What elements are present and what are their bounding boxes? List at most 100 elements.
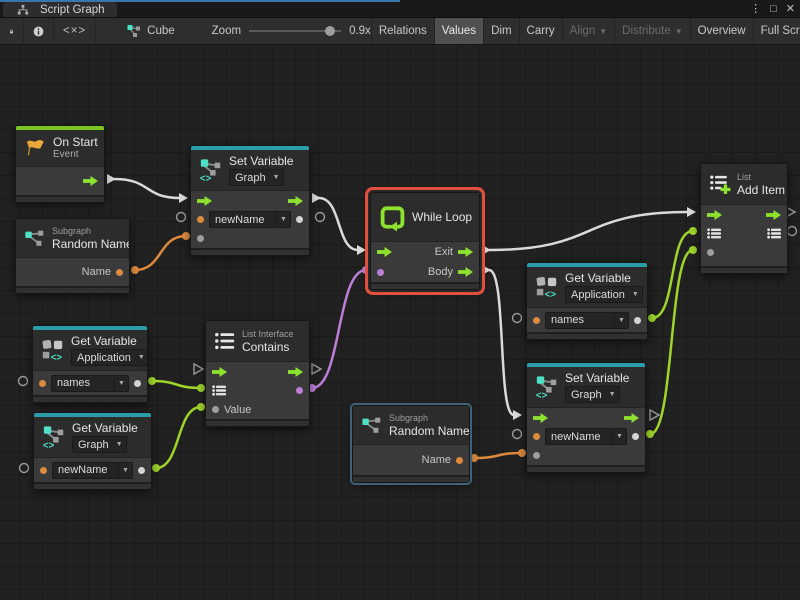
value-port[interactable] [40, 467, 47, 474]
node-footer [701, 266, 787, 273]
value-port[interactable] [296, 387, 303, 394]
variable-scope-dropdown[interactable]: Graph▼ [72, 436, 127, 453]
value-port[interactable] [39, 380, 46, 387]
variable-scope-dropdown[interactable]: Application▼ [565, 286, 643, 303]
graph-variable-icon: <> [199, 158, 223, 182]
maximize-window-button[interactable]: □ [770, 3, 777, 15]
variable-scope-dropdown[interactable]: Graph▼ [229, 169, 284, 186]
flow-port[interactable] [458, 267, 473, 277]
flow-port[interactable] [624, 413, 639, 423]
value-port[interactable] [707, 249, 714, 256]
node-body: Name [16, 258, 129, 286]
value-port[interactable] [456, 457, 463, 464]
flow-port[interactable] [377, 247, 392, 257]
graph-canvas[interactable] [0, 45, 800, 600]
while-loop[interactable]: While LoopExitBody [370, 192, 480, 290]
list-port[interactable] [212, 385, 226, 396]
info-button[interactable] [24, 18, 54, 44]
dropdown-value: newName [53, 464, 118, 476]
toolbar-button-relations[interactable]: Relations [371, 18, 434, 44]
value-port[interactable] [632, 433, 639, 440]
toolbar-button-label: Values [442, 25, 476, 37]
close-window-button[interactable]: ✕ [786, 2, 795, 15]
value-port[interactable] [212, 406, 219, 413]
subgraph-random-name-left[interactable]: SubgraphRandom NameName [15, 218, 130, 294]
zoom-control: Zoom 0.9x [212, 25, 371, 37]
toolbar-button-full-screen[interactable]: Full Screen [753, 18, 800, 44]
zoom-slider[interactable] [249, 30, 341, 32]
subgraph-random-name-mid[interactable]: SubgraphRandom NameName [352, 405, 470, 483]
toolbar-button-align[interactable]: Align▼ [562, 18, 615, 44]
node-title: Get Variable [565, 271, 643, 285]
node-header: <>Set VariableGraph▼ [527, 367, 645, 408]
node-row [16, 167, 104, 195]
value-port[interactable] [634, 317, 641, 324]
node-footer [33, 395, 147, 402]
variable-name-dropdown[interactable]: names▼ [51, 375, 129, 392]
node-row [701, 224, 787, 243]
flow-port[interactable] [197, 196, 212, 206]
variable-name-dropdown[interactable]: newName▼ [545, 428, 627, 445]
flow-port[interactable] [533, 413, 548, 423]
toolbar-button-label: Distribute [622, 25, 671, 37]
node-footer [527, 465, 645, 472]
list-contains[interactable]: List InterfaceContainsValue [205, 320, 310, 427]
variable-scope-dropdown[interactable]: Graph▼ [565, 386, 620, 403]
flow-port[interactable] [83, 176, 98, 186]
variable-name-dropdown[interactable]: newName▼ [209, 211, 291, 228]
node-header: ListAdd Item [701, 164, 787, 205]
list-port[interactable] [767, 228, 781, 239]
flow-port[interactable] [288, 367, 303, 377]
on-start[interactable]: On StartEvent [15, 125, 105, 203]
toolbar-button-values[interactable]: Values [434, 18, 483, 44]
node-footer [191, 248, 309, 255]
node-body [16, 167, 104, 195]
value-port[interactable] [377, 269, 384, 276]
value-port[interactable] [296, 216, 303, 223]
value-port[interactable] [533, 433, 540, 440]
flow-port[interactable] [288, 196, 303, 206]
svg-text:<>: <> [536, 391, 548, 399]
value-port[interactable] [134, 380, 141, 387]
chevron-down-icon: ▼ [114, 376, 128, 391]
toolbar-button-overview[interactable]: Overview [690, 18, 753, 44]
get-variable-application-right[interactable]: <>Get VariableApplication▼names▼ [526, 262, 648, 340]
value-port[interactable] [116, 269, 123, 276]
chevron-down-icon: ▼ [614, 313, 628, 328]
node-title: Set Variable [229, 154, 293, 168]
graph-context-button[interactable]: Cube [118, 18, 184, 44]
list-add-item[interactable]: ListAdd Item [700, 163, 788, 274]
code-view-button[interactable]: <×> [54, 18, 96, 44]
value-port[interactable] [197, 216, 204, 223]
get-variable-application-left[interactable]: <>Get VariableApplication▼names▼ [32, 325, 148, 403]
toolbar-button-dim[interactable]: Dim [483, 18, 518, 44]
set-variable-top[interactable]: <> Set VariableGraph▼ newName▼ [190, 145, 310, 256]
set-variable-right[interactable]: <>Set VariableGraph▼ newName▼ [526, 362, 646, 473]
tab-script-graph[interactable]: Script Graph [3, 2, 117, 17]
value-port[interactable] [533, 317, 540, 324]
flow-port[interactable] [707, 210, 722, 220]
variable-name-dropdown[interactable]: newName▼ [52, 462, 133, 479]
variable-name-dropdown[interactable]: names▼ [545, 312, 629, 329]
lock-button[interactable] [0, 18, 24, 44]
toolbar-button-distribute[interactable]: Distribute▼ [614, 18, 690, 44]
port-label: Name [82, 266, 111, 278]
object-icon [127, 24, 141, 38]
dropdown-value: newName [210, 214, 276, 226]
code-view-label: <×> [63, 25, 86, 37]
value-port[interactable] [197, 235, 204, 242]
toolbar-button-label: Carry [527, 25, 555, 37]
value-port[interactable] [138, 467, 145, 474]
flow-port[interactable] [766, 210, 781, 220]
get-variable-graph-left[interactable]: <>Get VariableGraph▼newName▼ [33, 412, 152, 490]
list-port[interactable] [707, 228, 721, 239]
toolbar-button-carry[interactable]: Carry [519, 18, 562, 44]
flow-port[interactable] [458, 247, 473, 257]
zoom-slider-handle[interactable] [325, 26, 335, 36]
flow-port[interactable] [212, 367, 227, 377]
graph-variable-icon: <> [42, 425, 66, 449]
node-body: newName▼ [527, 408, 645, 465]
more-window-button[interactable]: ⋮ [750, 2, 761, 15]
value-port[interactable] [533, 452, 540, 459]
variable-scope-dropdown[interactable]: Application▼ [71, 349, 147, 366]
